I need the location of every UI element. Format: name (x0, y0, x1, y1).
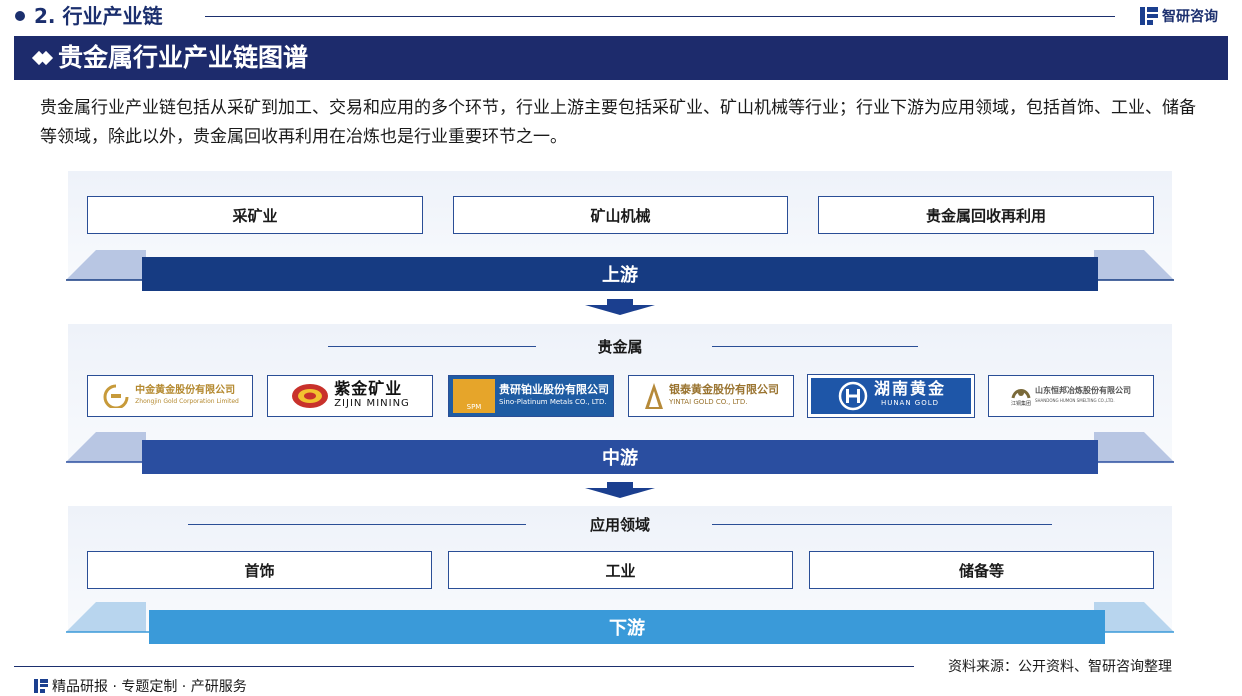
upstream-item-mining: 采矿业 (87, 196, 423, 234)
logo-humon-sub: SHANDONG HUMON SMELTING CO.,LTD. (1035, 398, 1115, 403)
humon-logo-icon (1011, 389, 1031, 399)
downstream-heading-line-right (712, 524, 1052, 525)
logo-yintai-sub: YINTAI GOLD CO., LTD. (669, 398, 748, 406)
midstream-label-bar: 中游 (142, 440, 1098, 474)
downstream-item-jewelry: 首饰 (87, 551, 432, 589)
logo-zhongjin-name: 中金黄金股份有限公司 (135, 385, 236, 396)
logo-sino-platinum-name: 贵研铂业股份有限公司 (499, 383, 609, 396)
page-title: 贵金属行业产业链图谱 (58, 43, 309, 72)
section-divider (205, 16, 1115, 17)
logo-humon-extra: 江铜集团 (1010, 401, 1031, 407)
zijin-logo-icon (292, 384, 329, 408)
brand-icon (1140, 7, 1158, 25)
spm-logo-icon: SPM (453, 379, 495, 413)
description-text: 贵金属行业产业链包括从采矿到加工、交易和应用的多个环节，行业上游主要包括采矿业、… (40, 98, 1196, 147)
midstream-heading: 贵金属 (597, 338, 643, 356)
title-banner: 贵金属行业产业链图谱 (14, 36, 1228, 80)
logo-zijin-name: 紫金矿业 (334, 379, 403, 398)
source-note: 资料来源：公开资料、智研咨询整理 (948, 659, 1172, 675)
upstream-item-recycling: 贵金属回收再利用 (818, 196, 1154, 234)
logo-humon: 江铜集团 山东恒邦冶炼股份有限公司 SHANDONG HUMON SMELTIN… (988, 375, 1154, 417)
downstream-item-industry: 工业 (448, 551, 793, 589)
footer-brand-icon (34, 679, 48, 693)
downstream-heading-line-left (188, 524, 526, 525)
brand-name: 智研咨询 (1162, 9, 1218, 25)
logo-zhongjin-sub: Zhongjin Gold Corporation Limited (135, 398, 239, 405)
logo-hunan-gold-name: 湖南黄金 (873, 379, 946, 398)
footer-divider (14, 666, 914, 667)
midstream-heading-line-left (328, 346, 536, 347)
logo-hunan-gold-sub: HUNAN GOLD (880, 399, 940, 407)
down-arrow-icon (585, 299, 655, 315)
footer-tagline: 精品研报 · 专题定制 · 产研服务 (34, 676, 247, 696)
down-arrow-icon (585, 482, 655, 498)
downstream-item-reserve: 储备等 (809, 551, 1154, 589)
upstream-label-bar: 上游 (142, 257, 1098, 291)
zhongjin-logo-icon (103, 384, 129, 408)
logo-yintai: 银泰黄金股份有限公司 YINTAI GOLD CO., LTD. (628, 375, 794, 417)
section-title: 2. 行业产业链 (34, 4, 163, 28)
logo-yintai-name: 银泰黄金股份有限公司 (669, 383, 779, 396)
upstream-item-machinery: 矿山机械 (453, 196, 788, 234)
section-bullet-icon (15, 11, 25, 21)
yintai-logo-icon (645, 383, 663, 409)
logo-sino-platinum: SPM 贵研铂业股份有限公司 Sino-Platinum Metals CO.,… (448, 375, 614, 417)
logo-zhongjin: 中金黄金股份有限公司 Zhongjin Gold Corporation Lim… (87, 375, 253, 417)
midstream-heading-line-right (712, 346, 918, 347)
logo-sino-platinum-sub: Sino-Platinum Metals CO., LTD. (499, 398, 607, 406)
logo-zijin-sub: ZIJIN MINING (334, 398, 410, 409)
logo-zijin: 紫金矿业 ZIJIN MINING (267, 375, 433, 417)
downstream-label-bar: 下游 (149, 610, 1105, 644)
brand-logo: 智研咨询 (1140, 5, 1218, 27)
logo-humon-name: 山东恒邦冶炼股份有限公司 (1035, 386, 1131, 395)
diamond-icon (31, 50, 54, 66)
hunan-gold-logo-icon (838, 381, 868, 411)
logo-hunan-gold: 湖南黄金 HUNAN GOLD (807, 374, 975, 418)
downstream-heading: 应用领域 (589, 516, 650, 534)
